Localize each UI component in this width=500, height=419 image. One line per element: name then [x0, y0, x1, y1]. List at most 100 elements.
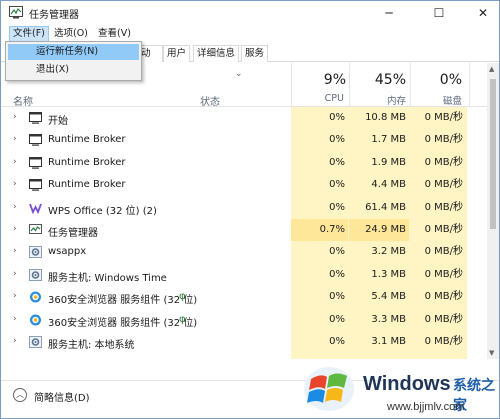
process-name: 任务管理器 [48, 228, 98, 239]
table-row[interactable]: › wsappx 0% 3.2 MB 0 MB/秒 [1, 241, 499, 263]
process-name: 开始 [48, 116, 68, 127]
close-icon: ✕ [477, 6, 489, 20]
browser-360-icon [29, 291, 42, 303]
process-name: 服务主机: 本地系统 [48, 340, 135, 351]
process-name: 服务主机: Windows Time [48, 272, 167, 284]
wps-icon [29, 202, 42, 214]
column-name[interactable]: 名称 [13, 93, 33, 108]
memory-value: 4.4 MB [371, 179, 406, 191]
menu-file[interactable]: 文件(F) [9, 26, 49, 42]
cpu-value: 0% [329, 291, 345, 303]
cpu-value: 0% [329, 156, 345, 168]
disk-value: 0 MB/秒 [424, 246, 463, 258]
menu-options[interactable]: 选项(O) [51, 26, 91, 42]
table-row[interactable]: › Runtime Broker 0% 4.4 MB 0 MB/秒 [1, 174, 499, 196]
expand-chevron-icon[interactable]: › [13, 224, 17, 234]
process-list: › 开始 0% 10.8 MB 0 MB/秒 › Runtime Broker 0% 1.7 M… [1, 107, 499, 359]
table-row[interactable]: › 开始 0% 10.8 MB 0 MB/秒 [1, 107, 499, 129]
suspended-leaf-icon: φ [179, 313, 186, 325]
watermark-url: www.bjjmlv.com [387, 401, 465, 413]
menu-view[interactable]: 查看(V) [95, 26, 134, 42]
maximize-button[interactable]: ☐ [423, 1, 455, 25]
expand-chevron-icon[interactable]: › [13, 134, 17, 144]
disk-value: 0 MB/秒 [424, 336, 463, 347]
expand-chevron-icon[interactable]: › [13, 112, 17, 122]
file-menu-dropdown: 运行新任务(N) 退出(X) [5, 41, 142, 81]
expand-chevron-icon[interactable]: › [13, 157, 17, 167]
expand-chevron-icon[interactable]: › [13, 269, 17, 279]
disk-value: 0 MB/秒 [424, 268, 463, 280]
task-manager-icon [9, 6, 23, 19]
table-row[interactable]: › 任务管理器 0.7% 24.9 MB 0 MB/秒 [1, 219, 499, 241]
cpu-value: 0% [329, 201, 345, 213]
memory-value: 3.3 MB [371, 313, 406, 325]
memory-value: 1.3 MB [371, 268, 406, 280]
table-row[interactable]: › 服务主机: Windows Time 0% 1.3 MB 0 MB/秒 [1, 264, 499, 286]
cpu-value: 0% [329, 336, 345, 347]
expand-chevron-icon[interactable]: › [13, 246, 17, 256]
task-manager-icon [29, 224, 42, 236]
vertical-scrollbar[interactable]: ▲ ▼ [487, 63, 499, 359]
expand-chevron-icon[interactable]: › [13, 202, 17, 212]
table-row[interactable]: › WPS Office (32 位) (2) 0% 61.4 MB 0 MB/秒 [1, 197, 499, 219]
expand-chevron-icon[interactable]: › [13, 336, 17, 346]
process-name: WPS Office (32 位) (2) [48, 205, 157, 217]
scroll-thumb[interactable] [490, 79, 496, 229]
close-button[interactable]: ✕ [467, 1, 499, 25]
disk-value: 0 MB/秒 [424, 156, 463, 168]
table-row[interactable]: › Runtime Broker 0% 1.7 MB 0 MB/秒 [1, 129, 499, 151]
watermark-brand: Windows [363, 373, 451, 395]
gear-icon [29, 268, 42, 281]
title-bar: 任务管理器 ─ ☐ ✕ [1, 1, 499, 25]
disk-value: 0 MB/秒 [424, 224, 463, 235]
cpu-value: 0% [329, 246, 345, 258]
disk-total: 0% [439, 72, 462, 88]
table-row[interactable]: › 360安全浏览器 服务组件 (32 位) φ 0% 3.3 MB 0 MB/秒 [1, 309, 499, 331]
expand-chevron-icon[interactable]: › [13, 291, 17, 301]
task-manager-window: 任务管理器 ─ ☐ ✕ 文件(F) 选项(O) 查看(V) 动 用户 详细信息 … [0, 0, 500, 419]
gear-icon [29, 246, 42, 259]
disk-value: 0 MB/秒 [424, 134, 463, 146]
process-name: 360安全浏览器 服务组件 (32 位) [48, 317, 198, 329]
memory-value: 61.4 MB [365, 201, 406, 213]
menu-item-exit[interactable]: 退出(X) [8, 62, 139, 78]
table-row[interactable]: › Runtime Broker 0% 1.9 MB 0 MB/秒 [1, 152, 499, 174]
minimize-button[interactable]: ─ [373, 1, 405, 25]
menu-item-run-new-task[interactable]: 运行新任务(N) [8, 44, 139, 60]
cpu-value: 0% [329, 179, 345, 191]
column-disk[interactable]: 磁盘 [402, 93, 462, 107]
memory-total: 45% [374, 72, 406, 88]
memory-value: 24.9 MB [349, 219, 409, 241]
scroll-up-icon[interactable]: ▲ [489, 65, 494, 73]
disk-value: 0 MB/秒 [424, 112, 463, 123]
window-icon [29, 156, 42, 169]
column-status[interactable]: 状态 [200, 93, 220, 108]
column-cpu[interactable]: CPU [284, 93, 344, 104]
tab-details[interactable]: 详细信息 [193, 45, 240, 62]
table-row[interactable]: › 360安全浏览器 服务组件 (32 位) φ 0% 5.4 MB 0 MB/秒 [1, 286, 499, 308]
expand-chevron-icon[interactable]: › [13, 179, 17, 189]
sort-chevron-icon: ⌄ [235, 69, 243, 79]
memory-value: 1.9 MB [371, 156, 406, 168]
chevron-up-icon[interactable]: ︿ [13, 388, 27, 402]
process-name: wsappx [48, 246, 87, 258]
window-title: 任务管理器 [29, 10, 79, 21]
table-row[interactable]: › 服务主机: 本地系统 0% 3.1 MB 0 MB/秒 [1, 331, 499, 353]
column-memory[interactable]: 内存 [346, 93, 406, 107]
disk-value: 0 MB/秒 [424, 313, 463, 325]
fewer-details-link[interactable]: 简略信息(D) [34, 389, 90, 404]
window-icon [29, 179, 42, 191]
cpu-value: 0% [329, 268, 345, 280]
tab-services[interactable]: 服务 [241, 45, 269, 62]
scroll-down-icon[interactable]: ▼ [489, 349, 494, 357]
cpu-value: 0% [329, 134, 345, 146]
suspended-leaf-icon: φ [179, 291, 186, 303]
tab-users[interactable]: 用户 [163, 45, 191, 62]
watermark: Windows 系统之家 www.bjjmlv.com [303, 363, 499, 418]
expand-chevron-icon[interactable]: › [13, 314, 17, 324]
memory-value: 3.2 MB [371, 246, 406, 258]
disk-value: 0 MB/秒 [424, 201, 463, 213]
cpu-value: 0.7% [291, 219, 348, 241]
memory-value: 3.1 MB [371, 336, 406, 347]
window-icon [29, 112, 42, 124]
